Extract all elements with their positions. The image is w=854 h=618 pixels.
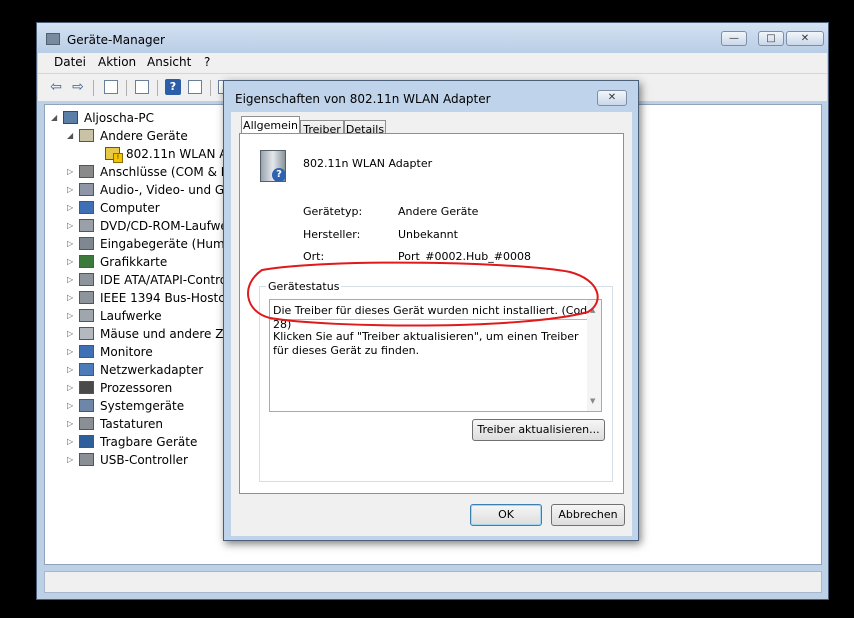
network-icon bbox=[79, 363, 94, 376]
prop-value-type: Andere Geräte bbox=[398, 205, 479, 218]
expand-icon[interactable]: ▷ bbox=[67, 199, 73, 217]
system-icon bbox=[79, 399, 94, 412]
hid-icon bbox=[79, 237, 94, 250]
computer-icon bbox=[63, 111, 78, 124]
toolbar-separator bbox=[93, 80, 94, 96]
properties-dialog: Eigenschaften von 802.11n WLAN Adapter ✕… bbox=[223, 80, 639, 541]
dialog-close-button[interactable]: ✕ bbox=[597, 90, 627, 106]
collapse-icon[interactable]: ◢ bbox=[51, 109, 57, 127]
keyboard-icon bbox=[79, 417, 94, 430]
prop-value-location: Port_#0002.Hub_#0008 bbox=[398, 250, 531, 263]
expand-icon[interactable]: ▷ bbox=[67, 217, 73, 235]
tree-item-label: Systemgeräte bbox=[100, 399, 185, 413]
expand-icon[interactable]: ▷ bbox=[67, 397, 73, 415]
status-selection-divider bbox=[269, 319, 587, 320]
prop-value-manufacturer: Unbekannt bbox=[398, 228, 458, 241]
dialog-body: Allgemein Treiber Details ? 802.11n WLAN… bbox=[231, 112, 632, 536]
toolbar-separator bbox=[210, 80, 211, 96]
prop-label-manufacturer: Hersteller: bbox=[303, 228, 361, 241]
tree-item-label: Tragbare Geräte bbox=[100, 435, 198, 449]
expand-icon[interactable]: ▷ bbox=[67, 163, 73, 181]
device-manager-app-icon bbox=[46, 33, 60, 45]
expand-icon[interactable]: ▷ bbox=[67, 343, 73, 361]
expand-icon[interactable]: ▷ bbox=[67, 235, 73, 253]
cancel-button[interactable]: Abbrechen bbox=[551, 504, 625, 526]
status-line-hint: Klicken Sie auf "Treiber aktualisieren",… bbox=[273, 330, 579, 357]
ide-icon bbox=[79, 273, 94, 286]
warning-badge-icon: ! bbox=[113, 153, 123, 163]
prop-label-type: Gerätetyp: bbox=[303, 205, 363, 218]
status-line-code: Die Treiber für dieses Gerät wurden nich… bbox=[273, 304, 594, 331]
tree-item-label: Tastaturen bbox=[100, 417, 163, 431]
expand-icon[interactable]: ▷ bbox=[67, 379, 73, 397]
tree-root-label: Aljoscha-PC bbox=[84, 111, 154, 125]
question-badge-icon: ? bbox=[272, 168, 286, 182]
mouse-icon bbox=[79, 327, 94, 340]
show-hide-console-tree-icon[interactable] bbox=[104, 80, 118, 94]
refresh-icon[interactable] bbox=[188, 80, 202, 94]
port-icon bbox=[79, 165, 94, 178]
processor-icon bbox=[79, 381, 94, 394]
monitor-icon bbox=[79, 345, 94, 358]
expand-icon[interactable]: ▷ bbox=[67, 325, 73, 343]
window-title: Geräte-Manager bbox=[67, 33, 165, 47]
usb-icon bbox=[79, 453, 94, 466]
toolbar-separator bbox=[126, 80, 127, 96]
tree-item-label: Prozessoren bbox=[100, 381, 173, 395]
dvd-icon bbox=[79, 219, 94, 232]
tree-item-label: Monitore bbox=[100, 345, 153, 359]
scroll-down-icon[interactable]: ▼ bbox=[590, 394, 595, 408]
disk-icon bbox=[79, 309, 94, 322]
expand-icon[interactable]: ▷ bbox=[67, 181, 73, 199]
maximize-button[interactable]: □ bbox=[758, 31, 784, 46]
dialog-title: Eigenschaften von 802.11n WLAN Adapter bbox=[235, 92, 491, 106]
device-name: 802.11n WLAN Adapter bbox=[303, 157, 433, 170]
help-icon[interactable]: ? bbox=[165, 79, 181, 95]
menu-bar: Datei Aktion Ansicht ? bbox=[38, 53, 827, 73]
collapse-icon[interactable]: ◢ bbox=[67, 127, 73, 145]
menu-ansicht[interactable]: Ansicht bbox=[147, 55, 191, 69]
tree-item-label: Andere Geräte bbox=[100, 129, 188, 143]
portable-icon bbox=[79, 435, 94, 448]
expand-icon[interactable]: ▷ bbox=[67, 289, 73, 307]
display-adapter-icon bbox=[79, 255, 94, 268]
tree-item-label: Computer bbox=[100, 201, 160, 215]
general-tab-panel: ? 802.11n WLAN Adapter Gerätetyp: Andere… bbox=[239, 133, 624, 494]
menu-datei[interactable]: Datei bbox=[54, 55, 86, 69]
menu-help[interactable]: ? bbox=[204, 55, 210, 69]
expand-icon[interactable]: ▷ bbox=[67, 433, 73, 451]
device-status-text[interactable]: Die Treiber für dieses Gerät wurden nich… bbox=[269, 299, 602, 412]
expand-icon[interactable]: ▷ bbox=[67, 451, 73, 469]
device-status-label: Gerätestatus bbox=[266, 280, 342, 293]
status-bar bbox=[44, 571, 822, 593]
expand-icon[interactable]: ▷ bbox=[67, 361, 73, 379]
tree-item-label: Laufwerke bbox=[100, 309, 162, 323]
expand-icon[interactable]: ▷ bbox=[67, 415, 73, 433]
update-driver-button[interactable]: Treiber aktualisieren... bbox=[472, 419, 605, 441]
minimize-button[interactable]: — bbox=[721, 31, 747, 46]
back-arrow-icon[interactable]: ⇦ bbox=[47, 78, 65, 96]
title-bar[interactable]: Geräte-Manager — □ ✕ bbox=[37, 23, 828, 53]
ok-button[interactable]: OK bbox=[470, 504, 542, 526]
expand-icon[interactable]: ▷ bbox=[67, 253, 73, 271]
unknown-device-icon bbox=[79, 129, 94, 142]
tree-item-label: USB-Controller bbox=[100, 453, 188, 467]
status-scrollbar[interactable]: ▲ ▼ bbox=[587, 300, 601, 411]
audio-icon bbox=[79, 183, 94, 196]
prop-label-location: Ort: bbox=[303, 250, 325, 263]
computer-icon bbox=[79, 201, 94, 214]
toolbar-separator bbox=[157, 80, 158, 96]
tree-item-label: Grafikkarte bbox=[100, 255, 168, 269]
expand-icon[interactable]: ▷ bbox=[67, 307, 73, 325]
menu-aktion[interactable]: Aktion bbox=[98, 55, 136, 69]
close-button[interactable]: ✕ bbox=[786, 31, 824, 46]
tree-item-label: Netzwerkadapter bbox=[100, 363, 204, 377]
properties-icon[interactable] bbox=[135, 80, 149, 94]
scroll-up-icon[interactable]: ▲ bbox=[590, 303, 595, 317]
forward-arrow-icon[interactable]: ⇨ bbox=[69, 78, 87, 96]
expand-icon[interactable]: ▷ bbox=[67, 271, 73, 289]
firewire-icon bbox=[79, 291, 94, 304]
